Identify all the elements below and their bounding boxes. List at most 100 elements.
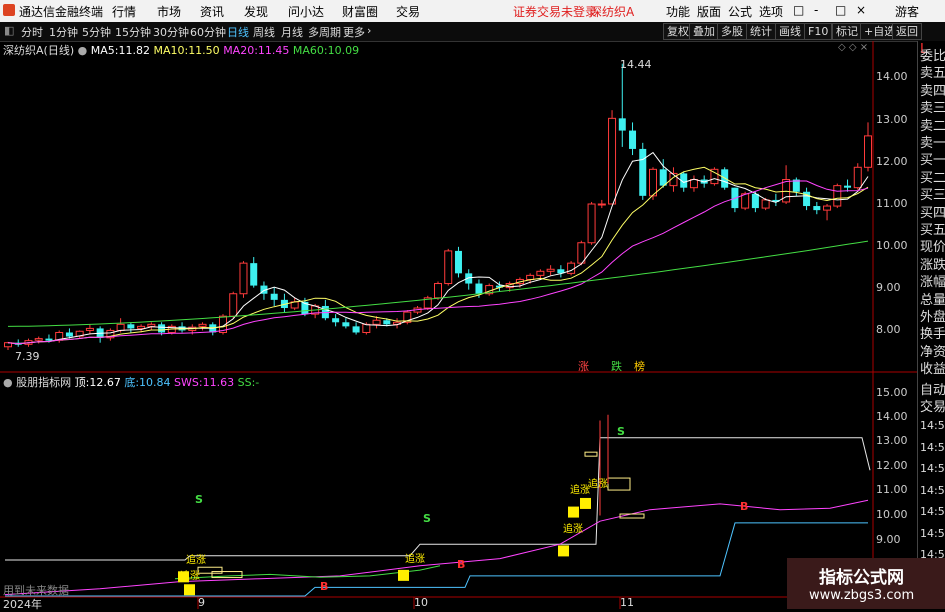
- period-multi[interactable]: 多周期: [308, 24, 341, 40]
- quote-field-label[interactable]: 买四: [920, 205, 945, 222]
- ma10-label: MA10:: [153, 44, 189, 57]
- btn-tongji[interactable]: 统计: [746, 23, 776, 40]
- btn-f10[interactable]: F10: [804, 23, 833, 40]
- candle-body: [853, 166, 862, 189]
- top-line: [5, 437, 871, 561]
- ind-sws-value: 11.63: [202, 376, 235, 389]
- tick-time: 14:56: [920, 462, 945, 475]
- menu-wenxiaoda[interactable]: 问小达: [288, 3, 324, 20]
- btn-biaoji[interactable]: 标记: [832, 23, 862, 40]
- ind-bottom-value: 10.84: [139, 376, 171, 389]
- quote-field-label[interactable]: 买二: [920, 170, 945, 187]
- quote-field-label[interactable]: 卖三: [920, 100, 945, 117]
- signal-box: [607, 477, 631, 491]
- quote-field-label[interactable]: 委比: [920, 48, 945, 65]
- yaxis-label: 8.00: [876, 323, 901, 336]
- quote-field-label[interactable]: 总量: [920, 292, 945, 309]
- yaxis-label: 12.00: [876, 155, 908, 168]
- candle-body: [229, 293, 238, 317]
- quote-field-label[interactable]: 外盘: [920, 309, 945, 326]
- ma5-value: 11.82: [118, 44, 150, 57]
- candle-body: [198, 323, 207, 327]
- candle-body: [608, 117, 617, 205]
- xaxis-year: 2024年: [3, 598, 42, 611]
- period-fenshi[interactable]: 分时: [21, 24, 43, 40]
- btn-huaxian[interactable]: 画线: [775, 23, 805, 40]
- period-more[interactable]: 更多: [343, 24, 365, 40]
- quote-field-label[interactable]: 卖五: [920, 65, 945, 82]
- candle-body: [567, 262, 576, 274]
- menu-xuanxiang[interactable]: 选项: [759, 3, 783, 20]
- ma20-line: [7, 180, 869, 345]
- trade-field-label[interactable]: 交易: [920, 399, 945, 416]
- high-price-label: 14.44: [620, 58, 652, 71]
- candle-body: [434, 283, 442, 299]
- btn-fanhui[interactable]: 返回: [892, 23, 922, 40]
- yaxis-label: 11.00: [876, 197, 908, 210]
- signal-buy: B: [320, 580, 329, 593]
- yaxis-label: 9.00: [876, 281, 901, 294]
- ind-ss-label: SS:: [237, 376, 256, 389]
- login-notice[interactable]: 证券交易未登录: [513, 3, 597, 20]
- period-1min[interactable]: 1分钟: [49, 24, 78, 40]
- btn-diejia[interactable]: 叠加: [689, 23, 719, 40]
- period-weekly[interactable]: 周线: [253, 24, 275, 40]
- watermark-badge: 指标公式网 www.zbgs3.com: [787, 558, 945, 609]
- quote-field-label[interactable]: 卖四: [920, 83, 945, 100]
- signal-block: [398, 569, 409, 581]
- chevron-right-icon[interactable]: ›: [367, 24, 371, 37]
- period-toolbar: ◧ 分时 1分钟 5分钟 15分钟 30分钟 60分钟 日线 周线 月线 多周期…: [0, 22, 945, 42]
- guest-label[interactable]: 游客: [895, 3, 919, 20]
- maximize-icon[interactable]: □: [835, 3, 846, 17]
- yaxis-label: 10.00: [876, 239, 908, 252]
- kline-chart[interactable]: [0, 41, 917, 609]
- candle-body: [475, 283, 483, 294]
- menu-zixun[interactable]: 资讯: [200, 3, 224, 20]
- quote-field-label[interactable]: 涨跌: [920, 257, 945, 274]
- candle-body: [536, 270, 545, 276]
- quote-field-label[interactable]: 净资: [920, 344, 945, 361]
- quote-field-label[interactable]: 收益: [920, 361, 945, 378]
- signal-block: [184, 584, 195, 596]
- quote-field-label[interactable]: 买五: [920, 222, 945, 239]
- indicator-settings-icon[interactable]: ●: [3, 376, 13, 389]
- quote-field-label[interactable]: 卖二: [920, 118, 945, 135]
- period-monthly[interactable]: 月线: [281, 24, 303, 40]
- quote-field-label[interactable]: 买三: [920, 187, 945, 204]
- quote-field-label[interactable]: 换手: [920, 326, 945, 343]
- quote-field-label[interactable]: 买一: [920, 152, 945, 169]
- candle-body: [659, 169, 667, 186]
- ma10-value: 11.50: [188, 44, 220, 57]
- signal-up: 追涨: [405, 554, 425, 565]
- menu-jiaoyi[interactable]: 交易: [396, 3, 420, 20]
- quote-field-label[interactable]: 涨幅: [920, 274, 945, 291]
- candle-body: [751, 193, 759, 209]
- restore-icon[interactable]: □: [793, 3, 804, 17]
- period-30min[interactable]: 30分钟: [153, 24, 189, 40]
- minimize-icon[interactable]: -: [814, 3, 818, 17]
- period-60min[interactable]: 60分钟: [190, 24, 226, 40]
- menu-gongneng[interactable]: 功能: [666, 3, 690, 20]
- signal-block: [558, 545, 569, 557]
- period-15min[interactable]: 15分钟: [115, 24, 151, 40]
- signal-up: 追涨: [588, 479, 608, 490]
- period-daily[interactable]: 日线: [227, 24, 249, 40]
- indicator-info-line: ● 股朋指标网 顶:12.67 底:10.84 SWS:11.63 SS:-: [3, 374, 259, 390]
- marker-zhang: 涨: [578, 360, 589, 373]
- btn-duogu[interactable]: 多股: [717, 23, 747, 40]
- quote-field-label[interactable]: 现价: [920, 239, 945, 256]
- close-icon[interactable]: ×: [856, 3, 866, 17]
- menu-faxian[interactable]: 发现: [244, 3, 268, 20]
- menu-caifuquan[interactable]: 财富圈: [342, 3, 378, 20]
- menu-banmian[interactable]: 版面: [697, 3, 721, 20]
- diamond-icon[interactable]: ◇ ◇ ×: [838, 42, 868, 53]
- settings-icon[interactable]: ●: [78, 44, 88, 57]
- ind-yaxis-label: 10.00: [876, 508, 908, 521]
- toolbar-grip-icon: ◧: [4, 24, 15, 37]
- period-5min[interactable]: 5分钟: [82, 24, 111, 40]
- menu-gongshi[interactable]: 公式: [728, 3, 752, 20]
- menu-hangqing[interactable]: 行情: [112, 3, 136, 20]
- quote-field-label[interactable]: 卖一: [920, 135, 945, 152]
- menu-shichang[interactable]: 市场: [157, 3, 181, 20]
- trade-field-label[interactable]: 自动: [920, 382, 945, 399]
